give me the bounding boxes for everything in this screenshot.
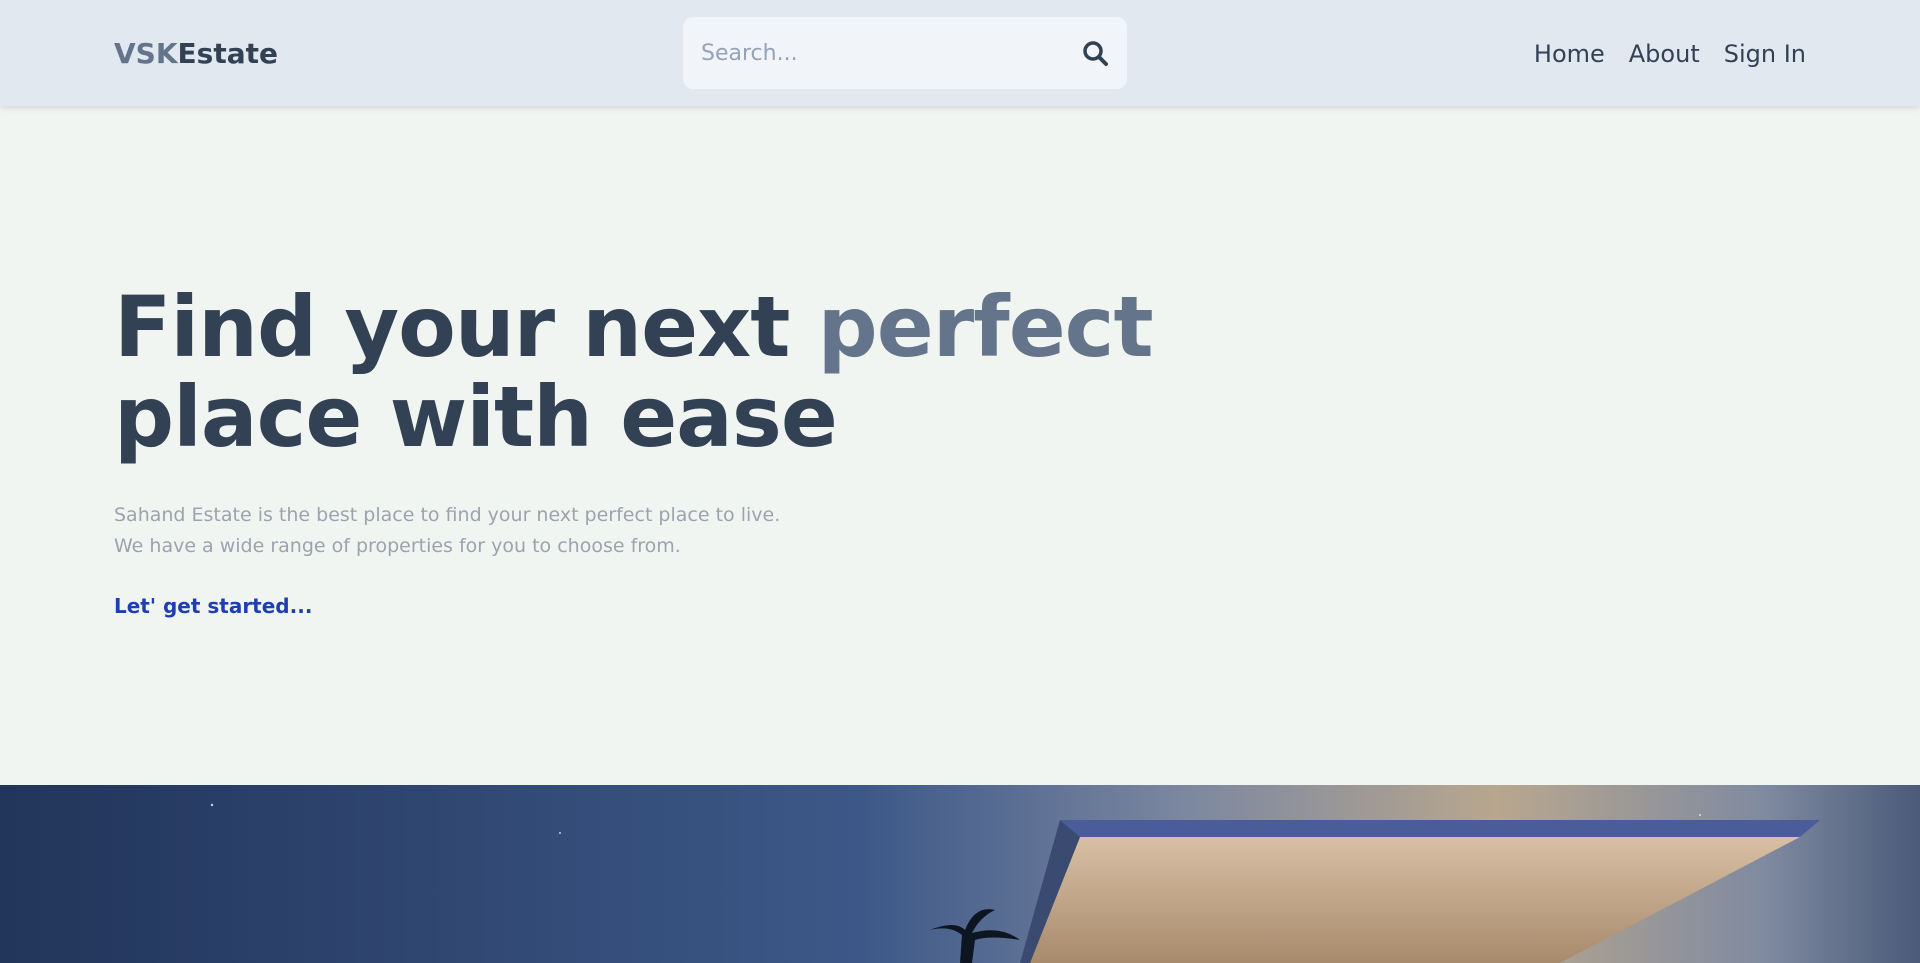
hero-banner-image: [0, 785, 1920, 963]
hero-description: Sahand Estate is the best place to find …: [114, 500, 1214, 562]
nav-sign-in[interactable]: Sign In: [1724, 38, 1806, 70]
description-line-1: Sahand Estate is the best place to find …: [114, 504, 781, 526]
hero-headline: Find your next perfect place with ease: [114, 282, 1214, 462]
search-bar: [683, 17, 1127, 89]
nav-home[interactable]: Home: [1534, 38, 1605, 70]
headline-text-2: place with ease: [114, 368, 838, 466]
logo-part-estate: Estate: [177, 37, 278, 70]
headline-accent: perfect: [817, 278, 1154, 376]
headline-text-1: Find your next: [114, 278, 818, 376]
hero-section: Find your next perfect place with ease S…: [114, 282, 1214, 618]
main-nav: Home About Sign In: [1534, 38, 1806, 70]
logo-part-vsk: VSK: [114, 37, 178, 70]
house-illustration: [0, 785, 1920, 963]
get-started-link[interactable]: Let' get started...: [114, 594, 312, 618]
nav-about[interactable]: About: [1629, 38, 1700, 70]
search-input[interactable]: [701, 35, 1061, 71]
search-icon[interactable]: [1081, 39, 1111, 69]
site-header: VSKEstate Home About Sign In: [0, 0, 1920, 106]
description-line-2: We have a wide range of properties for y…: [114, 535, 681, 557]
site-logo[interactable]: VSKEstate: [114, 37, 278, 71]
